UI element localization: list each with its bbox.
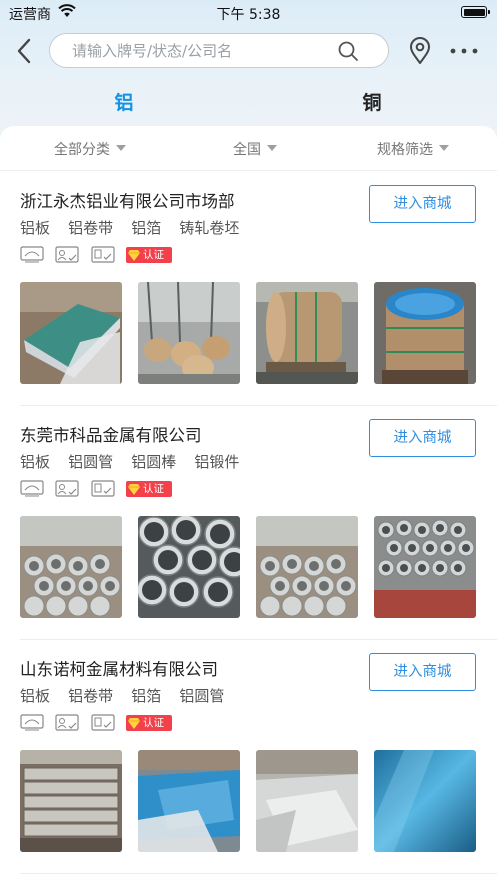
status-bar: 运营商 下午 5:38 — [0, 0, 497, 26]
product-tag[interactable]: 铸轧卷坯 — [179, 219, 239, 237]
document-check-icon — [91, 714, 115, 731]
search-icon[interactable] — [338, 41, 358, 61]
tab-copper[interactable]: 铜 — [342, 88, 402, 115]
tab-aluminum[interactable]: 铝 — [94, 88, 154, 115]
filter-category-label: 全部分类 — [54, 142, 110, 158]
certified-badge: 认证 — [126, 481, 172, 497]
diamond-icon — [128, 250, 140, 261]
business-license-icon — [20, 246, 44, 263]
product-tag[interactable]: 铝箔 — [131, 687, 161, 705]
product-tags: 铝板 铝圆管 铝圆棒 铝锻件 — [20, 451, 252, 473]
company-name[interactable]: 山东诺柯金属材料有限公司 — [20, 656, 218, 680]
caret-down-icon — [116, 145, 126, 151]
filter-spec[interactable]: 规格筛选 — [377, 139, 449, 159]
plate-stack-photo[interactable] — [20, 750, 122, 852]
search-box[interactable] — [49, 33, 389, 68]
more-options-icon[interactable] — [450, 48, 478, 54]
aluminum-coils-warehouse-photo[interactable] — [138, 282, 240, 384]
product-tag[interactable]: 铝圆管 — [179, 687, 224, 705]
diamond-icon — [128, 718, 140, 729]
company-list-panel: 全部分类 全国 规格筛选 浙江永杰铝业有限公司市场部 进入商城 铝板 铝卷带 铝… — [0, 126, 497, 883]
filter-spec-label: 规格筛选 — [377, 142, 433, 158]
certified-label: 认证 — [143, 483, 164, 495]
tube-bundle-photo[interactable] — [256, 516, 358, 618]
enter-store-button[interactable]: 进入商城 — [369, 419, 476, 457]
company-card: 山东诺柯金属材料有限公司 进入商城 铝板 铝卷带 铝箔 铝圆管 认证 — [0, 640, 497, 874]
tube-bundle-photo[interactable] — [20, 516, 122, 618]
product-tag[interactable]: 铝板 — [20, 219, 50, 237]
battery-icon — [461, 6, 490, 18]
diamond-icon — [128, 484, 140, 495]
product-tag[interactable]: 铝卷带 — [68, 219, 113, 237]
wrapped-coil-photo[interactable] — [256, 282, 358, 384]
product-photo-row — [20, 516, 480, 618]
certified-label: 认证 — [143, 717, 164, 729]
caret-down-icon — [267, 145, 277, 151]
document-check-icon — [91, 246, 115, 263]
filter-category[interactable]: 全部分类 — [54, 139, 126, 159]
filter-bar: 全部分类 全国 规格筛选 — [0, 126, 497, 171]
identity-card-icon — [55, 714, 79, 731]
header-area: 运营商 下午 5:38 铝 铜 — [0, 0, 497, 145]
tube-ends-photo[interactable] — [138, 516, 240, 618]
company-name[interactable]: 浙江永杰铝业有限公司市场部 — [20, 188, 235, 212]
certified-badge: 认证 — [126, 247, 172, 263]
certified-badge: 认证 — [126, 715, 172, 731]
silver-sheet-photo[interactable] — [256, 750, 358, 852]
company-name[interactable]: 东莞市科品金属有限公司 — [20, 422, 202, 446]
location-pin-icon[interactable] — [409, 37, 431, 65]
product-tags: 铝板 铝卷带 铝箔 铝圆管 — [20, 685, 237, 707]
blue-sheet-photo[interactable] — [374, 750, 476, 852]
product-tags: 铝板 铝卷带 铝箔 铸轧卷坯 — [20, 217, 252, 239]
tube-stack-photo[interactable] — [374, 516, 476, 618]
blue-coil-photo[interactable] — [374, 282, 476, 384]
divider — [20, 873, 497, 874]
filter-region[interactable]: 全国 — [233, 139, 277, 159]
product-photo-row — [20, 750, 480, 852]
caret-down-icon — [439, 145, 449, 151]
product-tag[interactable]: 铝板 — [20, 687, 50, 705]
company-card: 浙江永杰铝业有限公司市场部 进入商城 铝板 铝卷带 铝箔 铸轧卷坯 认证 — [0, 172, 497, 406]
document-check-icon — [91, 480, 115, 497]
company-card: 东莞市科品金属有限公司 进入商城 铝板 铝圆管 铝圆棒 铝锻件 认证 — [0, 406, 497, 640]
back-arrow-icon[interactable] — [14, 37, 36, 65]
material-tabs: 铝 铜 — [0, 80, 497, 124]
aluminum-sheet-photo[interactable] — [20, 282, 122, 384]
enter-store-button[interactable]: 进入商城 — [369, 185, 476, 223]
filter-region-label: 全国 — [233, 142, 261, 158]
blue-film-sheet-photo[interactable] — [138, 750, 240, 852]
product-tag[interactable]: 铝箔 — [131, 219, 161, 237]
enter-store-button[interactable]: 进入商城 — [369, 653, 476, 691]
product-tag[interactable]: 铝板 — [20, 453, 50, 471]
status-time: 下午 5:38 — [216, 7, 281, 23]
product-tag[interactable]: 铝圆管 — [68, 453, 113, 471]
business-license-icon — [20, 480, 44, 497]
certified-label: 认证 — [143, 249, 164, 261]
product-tag[interactable]: 铝锻件 — [194, 453, 239, 471]
business-license-icon — [20, 714, 44, 731]
identity-card-icon — [55, 480, 79, 497]
identity-card-icon — [55, 246, 79, 263]
search-input[interactable] — [72, 34, 342, 67]
product-tag[interactable]: 铝圆棒 — [131, 453, 176, 471]
product-tag[interactable]: 铝卷带 — [68, 687, 113, 705]
product-photo-row — [20, 282, 480, 384]
